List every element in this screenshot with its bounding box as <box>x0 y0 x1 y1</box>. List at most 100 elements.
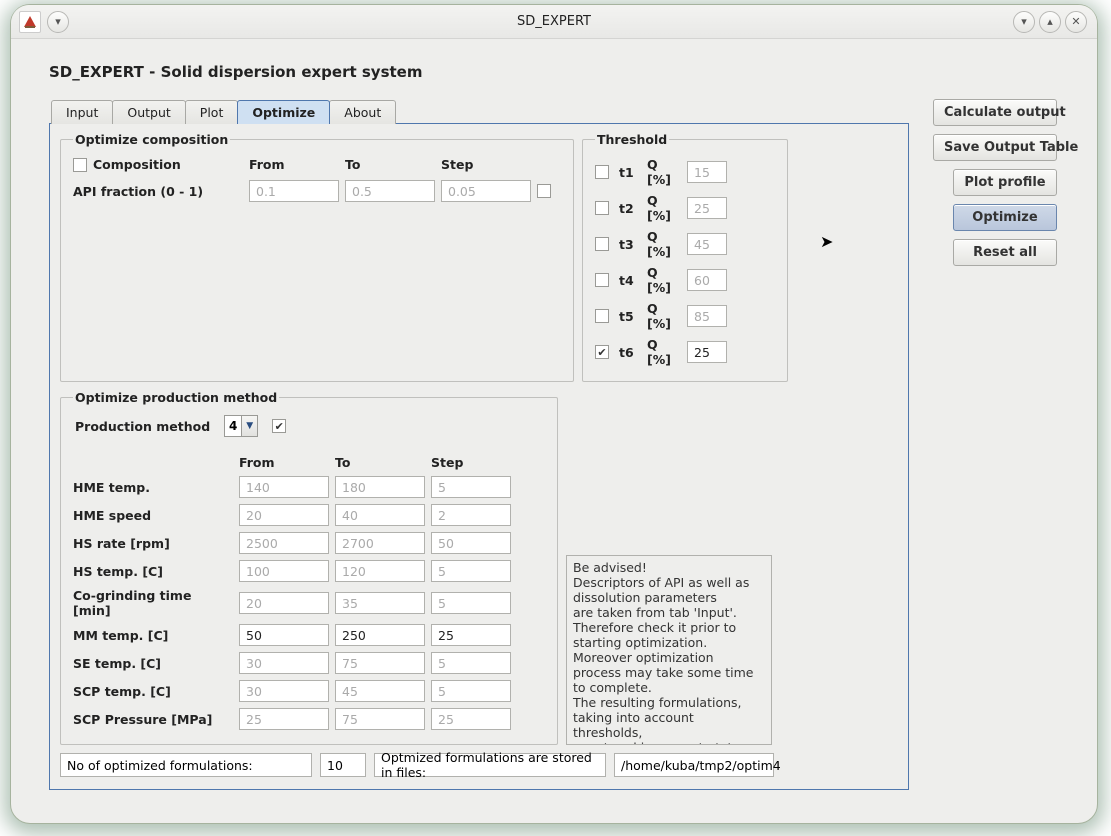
api-step-input[interactable] <box>441 180 531 202</box>
output-files-value[interactable]: /home/kuba/tmp2/optim4 <box>614 753 774 777</box>
prod-step-input[interactable] <box>431 652 511 674</box>
prod-from-input[interactable] <box>239 504 329 526</box>
threshold-value-input[interactable] <box>687 341 727 363</box>
threshold-checkbox[interactable] <box>595 273 609 287</box>
threshold-name: t3 <box>619 237 641 252</box>
prod-step-input[interactable] <box>431 708 511 730</box>
prod-step-input[interactable] <box>431 560 511 582</box>
prod-step-input[interactable] <box>431 592 511 614</box>
prod-to-input[interactable] <box>335 504 425 526</box>
threshold-q-label: Q [%] <box>647 157 681 187</box>
tab-output[interactable]: Output <box>112 100 185 124</box>
prod-step-input[interactable] <box>431 532 511 554</box>
threshold-q-label: Q [%] <box>647 229 681 259</box>
chevron-down-icon[interactable]: ▼ <box>241 416 257 436</box>
api-from-input[interactable] <box>249 180 339 202</box>
col-step: Step <box>441 157 531 172</box>
no-formulations-value[interactable]: 10 <box>320 753 366 777</box>
prod-row-label: HME temp. <box>73 480 233 495</box>
prod-to-input[interactable] <box>335 476 425 498</box>
threshold-value-input[interactable] <box>687 197 727 219</box>
threshold-q-label: Q [%] <box>647 193 681 223</box>
prod-step-input[interactable] <box>431 476 511 498</box>
threshold-value-input[interactable] <box>687 305 727 327</box>
threshold-name: t4 <box>619 273 641 288</box>
prod-from-input[interactable] <box>239 592 329 614</box>
optimize-production-panel: Optimize production method Production me… <box>60 390 558 745</box>
plot-profile-button[interactable]: Plot profile <box>953 169 1057 196</box>
prod-row-label: SE temp. [C] <box>73 656 233 671</box>
tab-optimize[interactable]: Optimize <box>237 100 330 124</box>
optimize-composition-legend: Optimize composition <box>73 132 230 147</box>
calculate-output-button[interactable]: Calculate output <box>933 99 1057 126</box>
tab-input[interactable]: Input <box>51 100 113 124</box>
optimize-button[interactable]: Optimize <box>953 204 1057 231</box>
prod-to-input[interactable] <box>335 592 425 614</box>
save-output-table-button[interactable]: Save Output Table <box>933 134 1057 161</box>
threshold-q-label: Q [%] <box>647 337 681 367</box>
prod-row-label: Co-grinding time [min] <box>73 588 233 618</box>
prod-col-to: To <box>335 455 425 470</box>
titlebar-menu-button[interactable]: ▾ <box>47 11 69 33</box>
output-files-label: Optmized formulations are stored in file… <box>374 753 606 777</box>
prod-to-input[interactable] <box>335 532 425 554</box>
tab-bar: Input Output Plot Optimize About <box>51 99 909 123</box>
prod-from-input[interactable] <box>239 560 329 582</box>
app-icon <box>19 11 41 33</box>
threshold-q-label: Q [%] <box>647 265 681 295</box>
prod-from-input[interactable] <box>239 532 329 554</box>
threshold-value-input[interactable] <box>687 233 727 255</box>
col-to: To <box>345 157 435 172</box>
threshold-name: t2 <box>619 201 641 216</box>
threshold-legend: Threshold <box>595 132 669 147</box>
prod-to-input[interactable] <box>335 652 425 674</box>
prod-step-input[interactable] <box>431 504 511 526</box>
production-method-checkbox[interactable]: ✔ <box>272 419 286 433</box>
prod-row-label: HME speed <box>73 508 233 523</box>
tab-plot[interactable]: Plot <box>185 100 239 124</box>
prod-step-input[interactable] <box>431 680 511 702</box>
threshold-checkbox[interactable] <box>595 237 609 251</box>
api-enable-checkbox[interactable] <box>537 184 551 198</box>
api-to-input[interactable] <box>345 180 435 202</box>
window-title: SD_EXPERT <box>11 14 1097 29</box>
threshold-checkbox[interactable] <box>595 309 609 323</box>
prod-from-input[interactable] <box>239 624 329 646</box>
prod-to-input[interactable] <box>335 708 425 730</box>
col-from: From <box>249 157 339 172</box>
composition-checkbox[interactable] <box>73 158 87 172</box>
threshold-value-input[interactable] <box>687 269 727 291</box>
threshold-name: t5 <box>619 309 641 324</box>
prod-row-label: SCP temp. [C] <box>73 684 233 699</box>
composition-checkbox-label: Composition <box>93 157 181 172</box>
prod-row-label: SCP Pressure [MPa] <box>73 712 233 727</box>
prod-row-label: HS rate [rpm] <box>73 536 233 551</box>
threshold-checkbox[interactable]: ✔ <box>595 345 609 359</box>
maximize-button[interactable]: ▴ <box>1039 11 1061 33</box>
prod-from-input[interactable] <box>239 652 329 674</box>
minimize-button[interactable]: ▾ <box>1013 11 1035 33</box>
production-method-spinner[interactable]: 4 ▼ <box>224 415 258 437</box>
close-button[interactable]: ✕ <box>1065 11 1087 33</box>
optimize-production-legend: Optimize production method <box>73 390 279 405</box>
threshold-name: t6 <box>619 345 641 360</box>
optimization-note: Be advised! Descriptors of API as well a… <box>566 555 772 745</box>
prod-from-input[interactable] <box>239 476 329 498</box>
threshold-value-input[interactable] <box>687 161 727 183</box>
prod-to-input[interactable] <box>335 560 425 582</box>
threshold-panel: Threshold t1Q [%]t2Q [%]t3Q [%]t4Q [%]t5… <box>582 132 788 382</box>
tab-page-optimize: Optimize composition Composition From To… <box>49 123 909 790</box>
prod-from-input[interactable] <box>239 680 329 702</box>
optimize-composition-panel: Optimize composition Composition From To… <box>60 132 574 382</box>
prod-to-input[interactable] <box>335 680 425 702</box>
prod-to-input[interactable] <box>335 624 425 646</box>
page-title: SD_EXPERT - Solid dispersion expert syst… <box>49 63 1065 81</box>
prod-col-step: Step <box>431 455 511 470</box>
threshold-checkbox[interactable] <box>595 165 609 179</box>
threshold-checkbox[interactable] <box>595 201 609 215</box>
prod-row-label: HS temp. [C] <box>73 564 233 579</box>
prod-from-input[interactable] <box>239 708 329 730</box>
prod-step-input[interactable] <box>431 624 511 646</box>
tab-about[interactable]: About <box>329 100 396 124</box>
reset-all-button[interactable]: Reset all <box>953 239 1057 266</box>
